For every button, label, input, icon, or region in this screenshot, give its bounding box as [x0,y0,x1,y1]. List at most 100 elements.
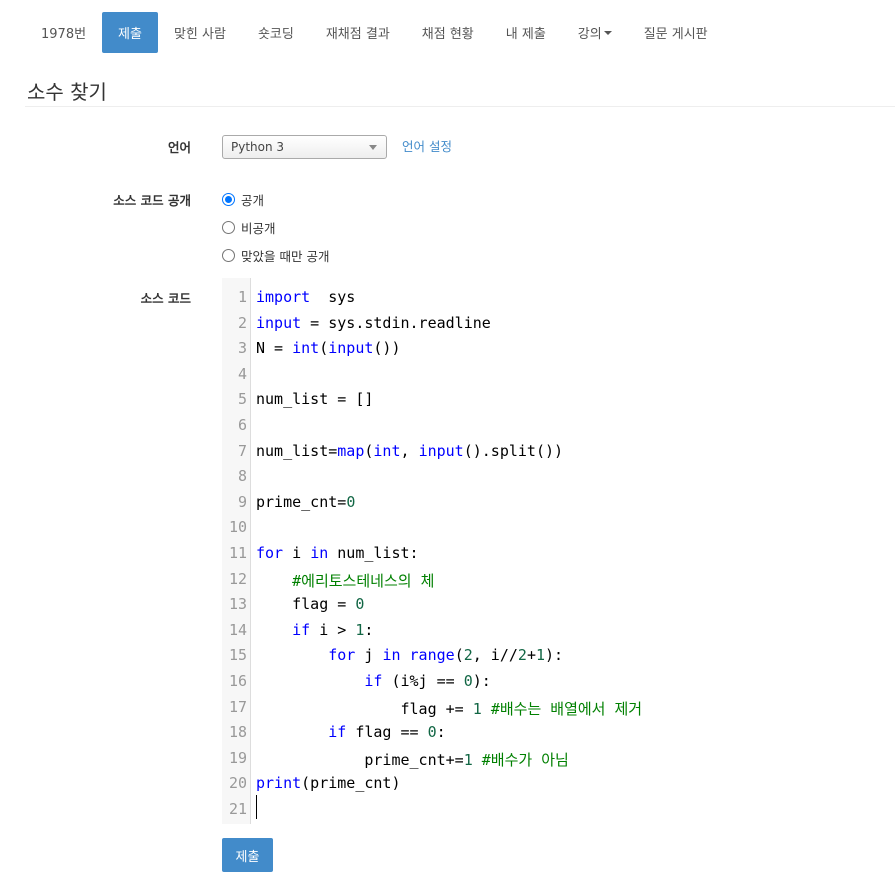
line-number: 12 [228,569,247,588]
code-line: 6 [222,412,895,438]
code-token: j [355,646,383,665]
line-number: 16 [228,672,247,690]
code-token: ().split()) [463,441,564,460]
code-token: prime_cnt+= [256,750,464,769]
code-editor[interactable]: 1 import sys 2 input = sys.stdin.readline 3 N… [222,278,895,824]
nav-item[interactable]: 재채점 결과 [310,12,406,53]
code-token: : [436,723,446,742]
header-divider [25,106,895,107]
code-line: 2 input = sys.stdin.readline [222,310,895,336]
code-token: int [373,441,401,460]
code-token: import [256,288,311,306]
nav-item[interactable]: 강의 [562,12,628,53]
code-line: 15 for j in range(2, i//2+1): [222,642,895,668]
code-token: 2 [517,646,527,665]
visibility-option-public[interactable]: 공개 [222,190,264,209]
line-number: 20 [228,774,247,793]
nav-item[interactable]: 제출 [102,12,158,53]
visibility-label: 소스 코드 공개 [113,193,191,208]
code-text: if i > 1: [256,621,373,639]
nav-item[interactable]: 채점 현황 [406,12,490,53]
code-text: flag = 0 [256,595,364,613]
line-number: 13 [228,595,247,614]
code-token: ()) [373,339,401,358]
code-token: ): [472,672,491,690]
code-token: ( [454,646,464,665]
radio-private[interactable] [222,221,235,234]
code-line: 10 [222,514,895,540]
code-text: prime_cnt=0 [256,493,355,511]
code-token: in [310,544,329,562]
code-line: 13 flag = 0 [222,591,895,617]
line-number: 2 [237,313,247,332]
radio-public[interactable] [222,193,235,206]
nav-item[interactable]: 질문 게시판 [628,12,724,53]
code-token: ): [545,646,564,665]
line-number: 8 [237,467,247,486]
page-title: 소수 찾기 [27,80,107,104]
visibility-option-private[interactable]: 비공개 [222,218,276,237]
code-token: flag += [256,699,473,718]
code-line: 16 if (i%j == 0): [222,668,895,694]
line-number: 19 [228,748,247,767]
code-token: 1 [463,750,473,769]
language-label: 언어 [167,140,191,155]
code-token: flag = [256,595,356,614]
code-text: for j in range(2, i//2+1): [256,646,563,664]
code-line: 8 [222,463,895,489]
code-token: 0 [463,672,473,690]
nav-item-label: 내 제출 [505,27,546,42]
code-token: for [328,646,356,665]
code-token: flag == [346,723,428,742]
code-token: input [418,441,464,460]
nav-item-label: 질문 게시판 [643,27,708,42]
code-line: 19 prime_cnt+=1 #배수가 아님 [222,745,895,771]
code-text: print(prime_cnt) [256,774,401,792]
code-text: if flag == 0: [256,723,446,742]
radio-accepted-only[interactable] [222,249,235,262]
nav-item-label: 제출 [118,27,142,42]
line-number: 6 [237,416,247,434]
nav-item-label: 재채점 결과 [325,27,390,42]
code-line: 20 print(prime_cnt) [222,770,895,796]
code-token: ( [319,339,329,358]
code-line: 12 #에리토스테네스의 체 [222,566,895,592]
language-settings-link[interactable]: 언어 설정 [402,136,452,155]
problem-nav: 1978번 제출 맞힌 사람 숏코딩 재채점 결과 채점 현황 내 제출 강의 질문 게시판 [25,12,724,53]
nav-item[interactable]: 내 제출 [490,12,562,53]
code-token: sys [310,288,356,306]
chevron-down-icon [369,145,377,150]
nav-item-label: 1978번 [41,27,87,42]
code-text: for i in num_list: [256,544,419,562]
code-line: 14 if i > 1: [222,617,895,643]
nav-item[interactable]: 1978번 [25,12,102,53]
code-token: + [526,646,536,665]
code-token: 2 [463,646,473,665]
nav-item[interactable]: 숏코딩 [242,12,310,53]
code-line: 1 import sys [222,284,895,310]
source-code-label: 소스 코드 [140,291,191,306]
code-token: 0 [346,492,356,511]
code-text: #에리토스테네스의 체 [256,570,434,591]
code-line: 9 prime_cnt=0 [222,489,895,515]
nav-item[interactable]: 맞힌 사람 [158,12,242,53]
language-select-value: Python 3 [231,140,285,154]
line-number: 4 [237,364,247,383]
visibility-option-accepted-only[interactable]: 맞았을 때만 공개 [222,246,329,265]
code-line: 17 flag += 1 #배수는 배열에서 제거 [222,694,895,720]
code-token: num_list = [] [256,390,374,409]
code-token: num_list= [256,441,338,460]
code-token: input [328,339,374,358]
code-token: N = [256,339,293,358]
code-line: 18 if flag == 0: [222,719,895,745]
submit-button[interactable]: 제출 [222,838,273,872]
code-token: map [337,441,365,460]
code-token: 1 [535,646,545,665]
line-number: 1 [237,288,247,306]
nav-item-label: 강의 [577,27,602,42]
language-select[interactable]: Python 3 [222,135,387,159]
code-text: flag += 1 #배수는 배열에서 제거 [256,698,642,719]
